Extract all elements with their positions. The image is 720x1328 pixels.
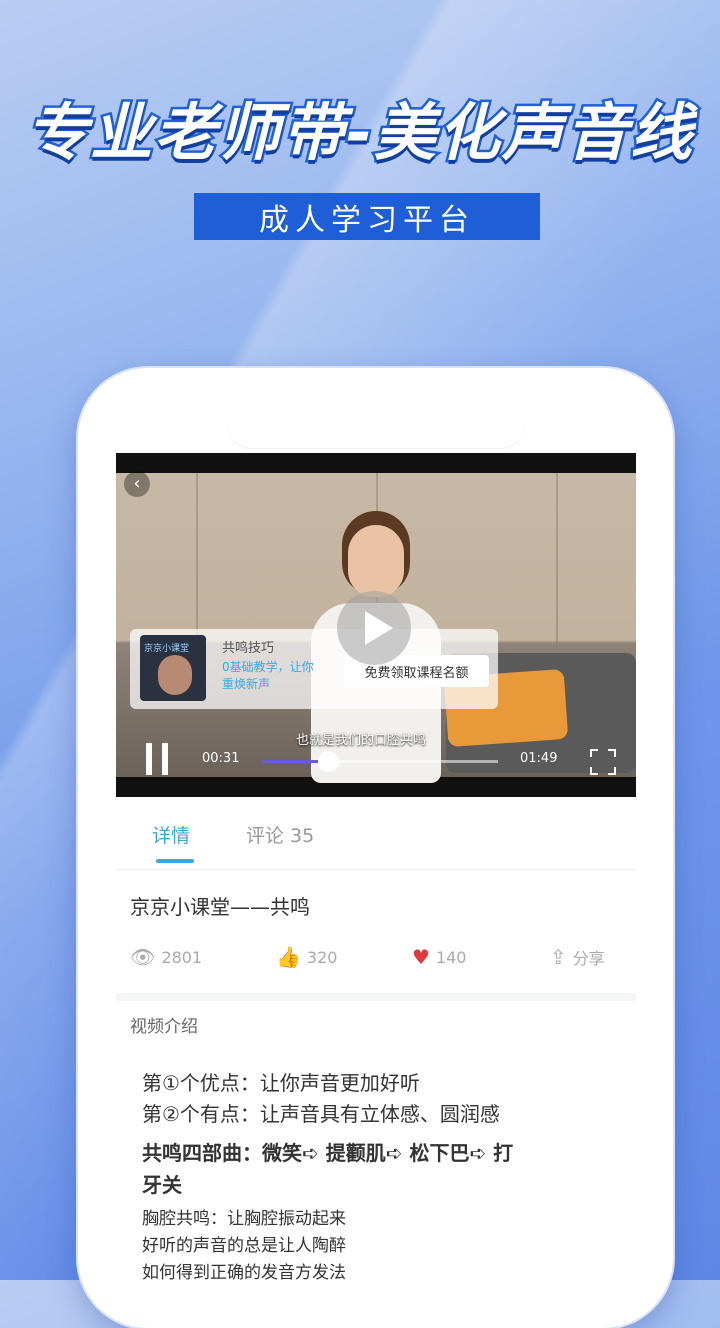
video-controls: 00:31 01:49 <box>116 743 636 777</box>
seek-handle[interactable] <box>318 751 340 772</box>
eye-icon: 👁 <box>130 945 156 969</box>
active-tab-indicator <box>156 859 194 863</box>
total-time: 01:49 <box>520 751 558 766</box>
wall-panel <box>196 473 198 643</box>
favorite-count-value: 140 <box>435 947 467 967</box>
intro-content: 第①个优点：让你声音更加好听 第②个有点：让声音具有立体感、圆润感 共鸣四部曲：… <box>116 1055 636 1285</box>
promo-thumbnail: 京京小课堂 <box>140 635 206 701</box>
promo-title: 共鸣技巧 <box>222 641 275 656</box>
favorite-button[interactable]: ♥ 140 <box>412 945 466 969</box>
tab-detail[interactable]: 详情 <box>152 821 190 848</box>
intro-line: 共鸣四部曲：微笑➪ 提颧肌➪ 松下巴➪ 打 <box>142 1141 514 1165</box>
intro-line: 好听的声音的总是让人陶醉 <box>142 1236 346 1256</box>
seek-bar[interactable] <box>262 751 498 772</box>
view-count: 👁 2801 <box>130 945 202 969</box>
fullscreen-icon[interactable] <box>588 747 618 777</box>
share-icon: ⇪ <box>550 945 567 969</box>
promo-card[interactable]: 京京小课堂 共鸣技巧 0基础教学，让你重焕新声 免费领取课程名额 <box>130 629 498 709</box>
intro-line: 如何得到正确的发音方发法 <box>142 1263 346 1283</box>
current-time: 00:31 <box>202 751 240 766</box>
status-area <box>116 405 636 453</box>
view-count-value: 2801 <box>161 947 203 967</box>
video-title: 京京小课堂——共鸣 <box>130 895 310 919</box>
detail-tabs: 详情 评论 35 <box>116 797 636 870</box>
promo-thumb-face <box>158 655 192 695</box>
intro-line: 牙关 <box>142 1173 182 1197</box>
intro-line: 胸腔共鸣：让胸腔振动起来 <box>142 1209 346 1229</box>
wall-panel <box>556 473 558 643</box>
banner-headline: 专业老师带-美化声音线 <box>24 94 695 172</box>
like-count-value: 320 <box>306 947 338 967</box>
banner-subtitle: 成人学习平台 <box>194 193 540 240</box>
intro-line: 第②个有点：让声音具有立体感、圆润感 <box>142 1102 500 1126</box>
promo-thumb-text: 京京小课堂 <box>144 644 190 654</box>
heart-icon: ♥ <box>412 945 430 969</box>
like-button[interactable]: 👍 320 <box>276 945 337 969</box>
thumbs-up-icon: 👍 <box>276 945 301 969</box>
intro-label: 视频介绍 <box>130 1017 198 1037</box>
pause-icon[interactable] <box>142 743 172 775</box>
intro-line: 第①个优点：让你声音更加好听 <box>142 1071 420 1095</box>
play-icon[interactable] <box>337 591 411 665</box>
stats-bar: 👁 2801 👍 320 ♥ 140 ⇪ 分享 <box>116 935 636 1001</box>
phone-notch <box>226 405 526 449</box>
back-icon[interactable]: ‹ <box>124 471 150 497</box>
video-player[interactable]: ‹ 京京小课堂 共鸣技巧 0基础教学，让你重焕新声 免费领取课程名额 也就是我们… <box>116 453 636 797</box>
app-screen: ‹ 京京小课堂 共鸣技巧 0基础教学，让你重焕新声 免费领取课程名额 也就是我们… <box>116 405 636 1285</box>
share-button[interactable]: ⇪ 分享 <box>550 945 605 969</box>
tab-comments[interactable]: 评论 35 <box>246 821 314 848</box>
share-label: 分享 <box>572 949 605 968</box>
presenter-head <box>348 525 404 597</box>
promo-description: 0基础教学，让你重焕新声 <box>222 660 314 691</box>
